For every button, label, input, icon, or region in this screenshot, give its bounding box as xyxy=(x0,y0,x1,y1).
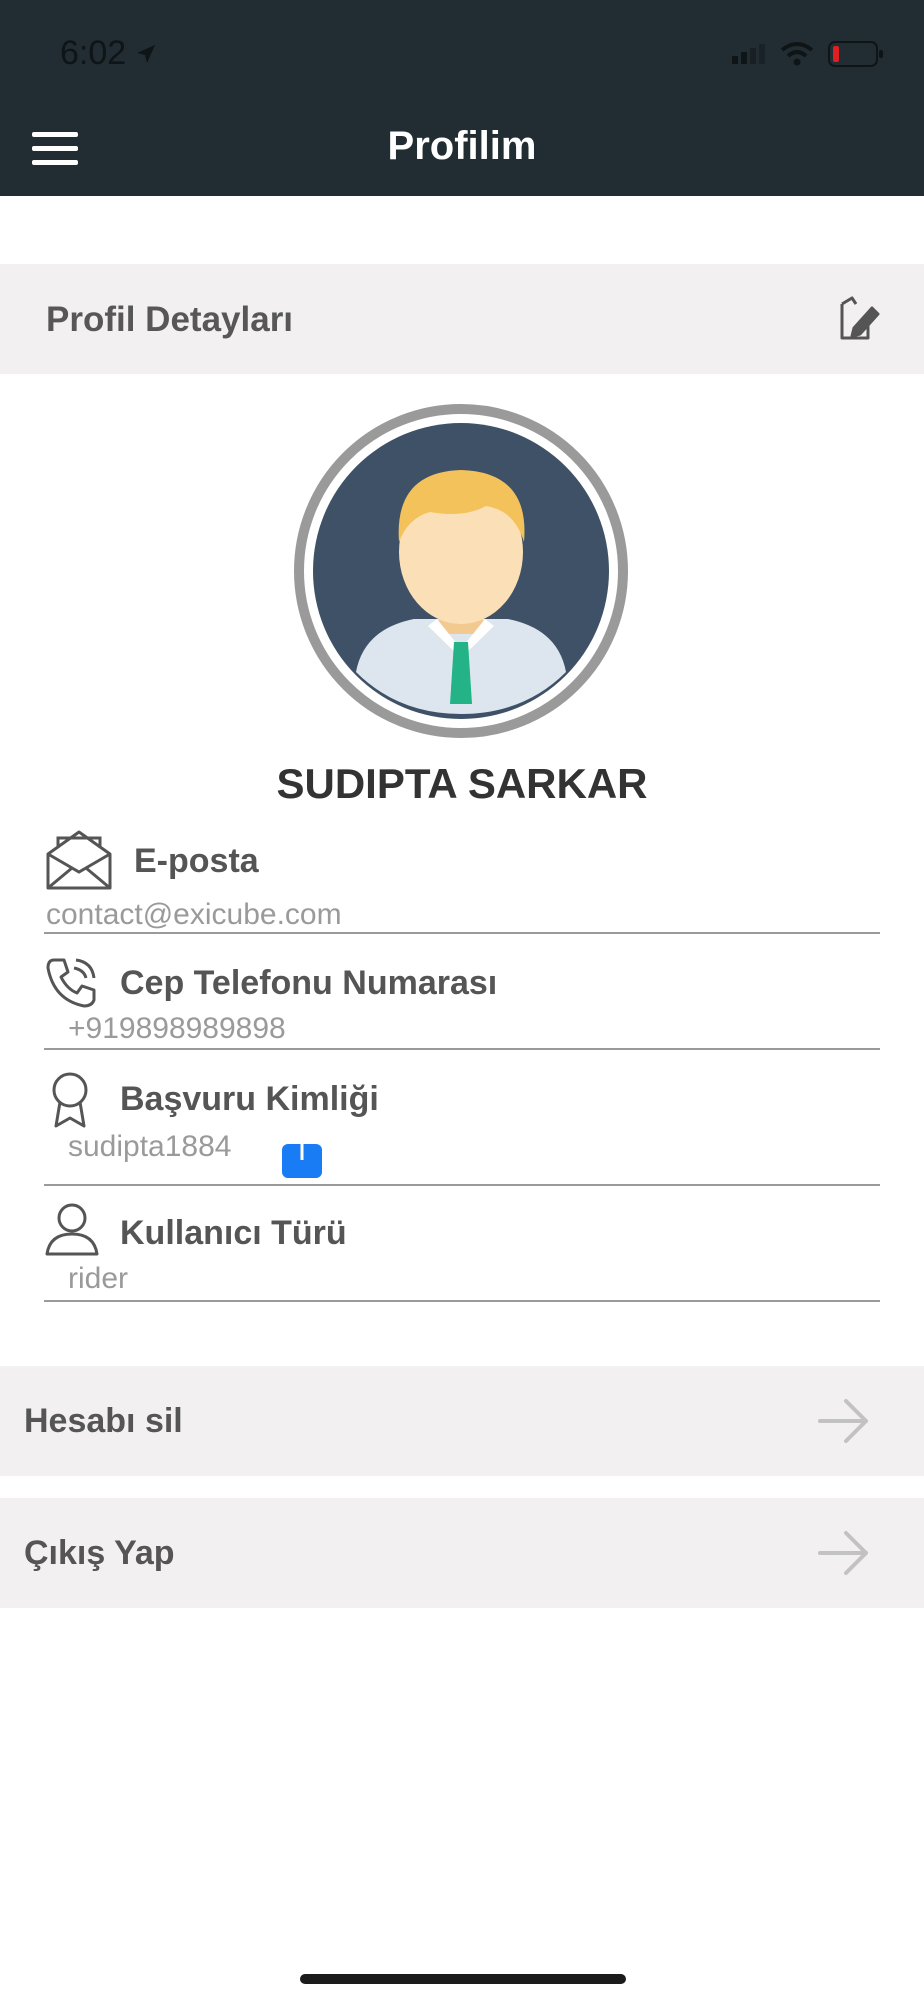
battery-icon xyxy=(828,41,883,67)
application-id-label: Başvuru Kimliği xyxy=(120,1080,379,1118)
divider xyxy=(44,1048,880,1050)
arrow-right-icon xyxy=(818,1531,868,1575)
award-icon xyxy=(52,1072,88,1128)
arrow-right-icon xyxy=(818,1399,868,1443)
edit-profile-icon[interactable] xyxy=(834,294,880,344)
user-type-label: Kullanıcı Türü xyxy=(120,1214,347,1252)
phone-label: Cep Telefonu Numarası xyxy=(120,964,498,1002)
phone-value: +919898989898 xyxy=(68,1012,286,1045)
user-type-value: rider xyxy=(68,1262,129,1295)
divider xyxy=(44,1184,880,1186)
app-header: 6:02 Profilim xyxy=(0,0,924,196)
user-type-field: Kullanıcı Türü rider xyxy=(44,1200,880,1302)
user-name: SUDIPTA SARKAR xyxy=(276,760,648,807)
phone-icon xyxy=(46,958,96,1008)
page-title: Profilim xyxy=(387,124,537,168)
divider xyxy=(44,932,880,934)
status-time: 6:02 xyxy=(60,34,158,73)
application-id-field: Başvuru Kimliği sudipta1884 xyxy=(44,1070,880,1186)
mail-icon xyxy=(46,830,112,890)
profile-details-label: Profil Detayları xyxy=(46,300,294,339)
avatar[interactable] xyxy=(294,404,628,738)
home-indicator[interactable] xyxy=(300,1974,626,1984)
user-icon xyxy=(45,1203,99,1256)
share-icon[interactable] xyxy=(282,1130,322,1178)
logout-row[interactable]: Çıkış Yap xyxy=(0,1498,924,1608)
location-arrow-icon xyxy=(137,44,156,63)
phone-field: Cep Telefonu Numarası +919898989898 xyxy=(44,954,880,1050)
divider xyxy=(44,1300,880,1302)
user-avatar-icon xyxy=(313,423,609,719)
profile-details-header: Profil Detayları xyxy=(0,264,924,374)
wifi-icon xyxy=(780,42,814,66)
email-label: E-posta xyxy=(134,842,259,880)
signal-icon xyxy=(732,44,765,64)
status-time-text: 6:02 xyxy=(60,34,127,72)
email-value: contact@exicube.com xyxy=(46,898,342,931)
logout-label: Çıkış Yap xyxy=(24,1534,175,1572)
delete-account-label: Hesabı sil xyxy=(24,1402,183,1440)
application-id-value: sudipta1884 xyxy=(68,1130,232,1163)
email-field: E-posta contact@exicube.com xyxy=(44,822,880,934)
delete-account-row[interactable]: Hesabı sil xyxy=(0,1366,924,1476)
status-icons xyxy=(730,40,884,68)
